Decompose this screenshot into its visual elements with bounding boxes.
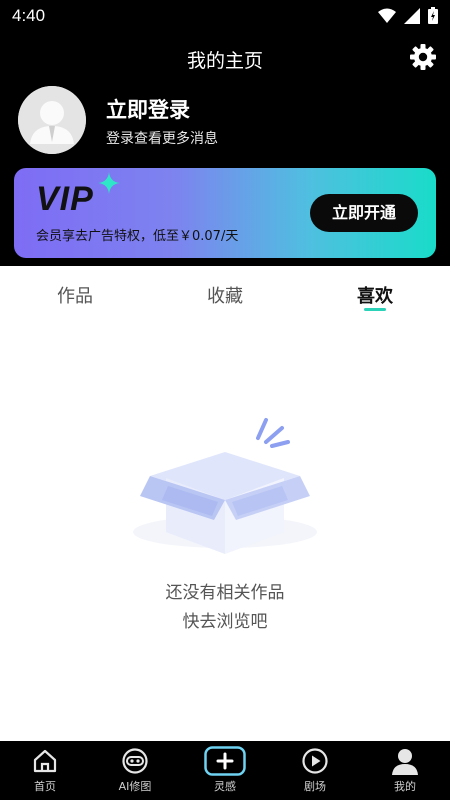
empty-hint: 快去浏览吧 xyxy=(182,612,268,632)
vip-description: 会员享去广告特权，低至￥0.07/天 xyxy=(36,229,239,244)
home-icon xyxy=(33,749,57,773)
vip-open-button[interactable]: 立即开通 xyxy=(310,194,418,232)
nav-item-mine[interactable]: 我的 xyxy=(360,741,450,800)
nav-label: 我的 xyxy=(394,780,416,793)
wifi-icon xyxy=(378,8,396,23)
nav-label: 剧场 xyxy=(304,780,326,793)
page-title: 我的主页 xyxy=(186,50,263,72)
sparkle-icon xyxy=(98,172,120,194)
profile-header: 我的主页 立即登录 登录查看更多消息 VIP 会员享去广告特权，低至￥0.07/… xyxy=(0,32,450,266)
nav-item-ai-retouch[interactable]: AI修图 xyxy=(90,741,180,800)
avatar[interactable] xyxy=(18,86,86,154)
active-tab-indicator xyxy=(364,308,386,311)
login-title[interactable]: 立即登录 xyxy=(106,94,190,124)
nav-label: AI修图 xyxy=(118,780,152,793)
nav-item-home[interactable]: 首页 xyxy=(0,741,90,800)
tab-favorites[interactable]: 收藏 xyxy=(180,282,270,308)
bottom-nav: 首页 AI修图 灵感 剧场 我的 xyxy=(0,741,450,800)
nav-label: 首页 xyxy=(34,780,56,793)
play-icon xyxy=(302,748,328,774)
status-icons xyxy=(378,7,438,24)
status-time: 4:40 xyxy=(12,6,46,25)
tab-works[interactable]: 作品 xyxy=(30,282,120,308)
status-bar: 4:40 xyxy=(0,0,450,32)
user-icon xyxy=(392,749,418,775)
gamepad-icon xyxy=(122,748,148,774)
nav-item-theater[interactable]: 剧场 xyxy=(270,741,360,800)
nav-item-inspiration[interactable]: 灵感 xyxy=(180,741,270,800)
vip-banner[interactable]: VIP 会员享去广告特权，低至￥0.07/天 立即开通 xyxy=(14,168,436,258)
tab-likes[interactable]: 喜欢 xyxy=(330,282,420,308)
empty-message: 还没有相关作品 xyxy=(165,583,285,603)
vip-logo: VIP xyxy=(36,180,94,218)
gear-icon[interactable] xyxy=(408,42,438,72)
content-tabs: 作品 收藏 喜欢 xyxy=(0,266,450,316)
signal-icon xyxy=(404,7,420,24)
default-avatar-icon xyxy=(18,86,86,154)
plus-icon xyxy=(204,746,246,776)
nav-label: 灵感 xyxy=(214,780,236,793)
empty-box-illustration xyxy=(133,418,317,554)
login-subtitle: 登录查看更多消息 xyxy=(106,131,218,147)
battery-icon xyxy=(428,7,438,24)
